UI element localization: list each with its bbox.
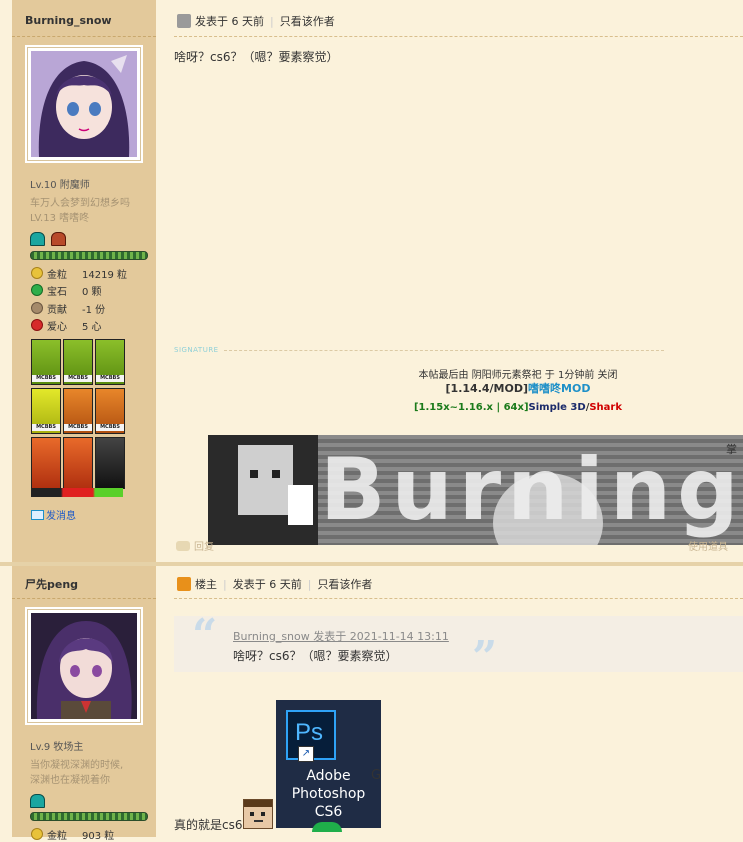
open-quote-icon: “	[192, 610, 218, 661]
banner-text: Burning	[320, 440, 743, 540]
divider	[12, 598, 156, 599]
signature-mod-link[interactable]: 嗜嗜咚MOD	[528, 382, 590, 395]
medal[interactable]: MCBBS	[63, 388, 93, 434]
reply-text: 真的就是cs6	[174, 818, 243, 832]
divider	[174, 598, 743, 599]
only-author-link[interactable]: 只看该作者	[317, 578, 372, 591]
op-badge-icon	[177, 577, 191, 591]
envelope-icon	[31, 510, 44, 520]
user-bio-line-1: 车万人会梦到幻想乡吗	[30, 198, 130, 209]
experience-bar	[30, 812, 148, 821]
ps-label-2: Photoshop	[291, 786, 366, 802]
divider	[12, 36, 156, 37]
post-meta: 楼主 | 发表于 6 天前 | 只看该作者	[177, 576, 372, 592]
user-level: Lv.9 牧场主	[30, 742, 84, 753]
divider	[174, 36, 743, 37]
green-dot	[312, 822, 342, 832]
medal[interactable]: MCBBS	[95, 339, 125, 385]
stat-contribution: 贡献 -1 份	[31, 301, 105, 316]
user-level: Lv.10 附魔师	[30, 180, 90, 191]
edit-notice: 本帖最后由 阴阳师元素祭祀 于 1分钟前 关闭	[418, 370, 618, 381]
avatar-image	[31, 51, 137, 157]
ps-label-3: CS6	[314, 804, 343, 820]
stat-gem: 宝石 0 颗	[31, 283, 102, 298]
group-icons	[30, 232, 66, 249]
only-author-link[interactable]: 只看该作者	[280, 15, 335, 28]
apple-icon	[31, 319, 43, 331]
helmet-icon	[30, 232, 45, 246]
post-time: 发表于 6 天前	[195, 15, 264, 28]
post-text: 啥呀？cs6？（嗯？要素察觉）	[174, 50, 339, 64]
banner-small-text: 掌	[726, 443, 737, 456]
user-bio-line-2: 深渊也在凝视着你	[30, 775, 110, 786]
stray-char: G	[371, 768, 382, 783]
op-badge: 楼主	[195, 578, 217, 591]
medal[interactable]: MCBBS	[95, 388, 125, 434]
experience-bar	[30, 251, 148, 260]
contribution-icon	[31, 302, 43, 314]
signature-banner: Burning 掌	[208, 435, 743, 545]
ps-label-1: Adobe	[306, 768, 351, 784]
medal[interactable]	[63, 437, 93, 489]
gold-nugget-icon	[31, 828, 43, 840]
send-message-link[interactable]: 发消息	[31, 507, 76, 522]
user-bio-line-2: LV.13 嗜嗜咚	[30, 213, 90, 224]
stat-gold: 金粒 14219 粒	[31, 266, 127, 281]
post-meta: 发表于 6 天前 | 只看该作者	[177, 13, 335, 29]
signature-divider	[224, 350, 664, 351]
close-quote-icon: ”	[472, 632, 498, 683]
medal[interactable]	[95, 437, 125, 489]
medal[interactable]: MCBBS	[31, 388, 61, 434]
reply-icon	[176, 541, 190, 551]
quote-header-link[interactable]: Burning_snow 发表于 2021-11-14 13:11	[233, 628, 449, 644]
user-bio-line-1: 当你凝视深渊的时候,	[30, 760, 124, 771]
stat-heart: 爱心 5 心	[31, 318, 102, 333]
medal-strip	[31, 488, 123, 497]
signature-label: SIGNATURE	[174, 346, 219, 354]
user-badge-icon	[177, 14, 191, 28]
gem-icon	[31, 284, 43, 296]
post-content-area: 楼主 | 发表于 6 天前 | 只看该作者	[160, 566, 743, 837]
emoji-face-icon	[243, 799, 273, 829]
post-time: 发表于 6 天前	[232, 578, 302, 591]
gold-nugget-icon	[31, 267, 43, 279]
signature-line-1: [1.14.4/MOD]嗜嗜咚MOD	[445, 382, 591, 395]
stat-gold: 金粒 903 粒	[31, 827, 114, 842]
medal[interactable]: MCBBS	[31, 339, 61, 385]
reply-button[interactable]: 回复	[176, 538, 214, 553]
avatar[interactable]	[27, 47, 141, 161]
quote-block: “ Burning_snow 发表于 2021-11-14 13:11 啥呀？c…	[174, 610, 743, 683]
photoshop-cs6-icon: Ps ↗ Adobe Photoshop CS6	[276, 700, 381, 832]
use-item-button[interactable]: 使用道具	[688, 538, 728, 553]
group-icons	[30, 794, 45, 811]
helmet-icon	[30, 794, 45, 808]
quote-text: 啥呀？cs6？（嗯？要素察觉）	[233, 649, 398, 663]
signature-line-2: [1.15x~1.16.x | 64x]Simple 3D/Shark	[413, 402, 623, 413]
post-1: Burning_snow Lv.10 附魔师 车万人会梦到幻想乡吗 LV.13 …	[0, 0, 743, 562]
shortcut-arrow-icon: ↗	[298, 746, 314, 762]
medal[interactable]: MCBBS	[63, 339, 93, 385]
username[interactable]: 尸先peng	[25, 576, 78, 592]
username[interactable]: Burning_snow	[25, 14, 112, 27]
avatar[interactable]	[27, 609, 141, 723]
helmet-icon	[50, 232, 66, 246]
avatar-image	[31, 613, 137, 719]
medal[interactable]	[31, 437, 61, 489]
